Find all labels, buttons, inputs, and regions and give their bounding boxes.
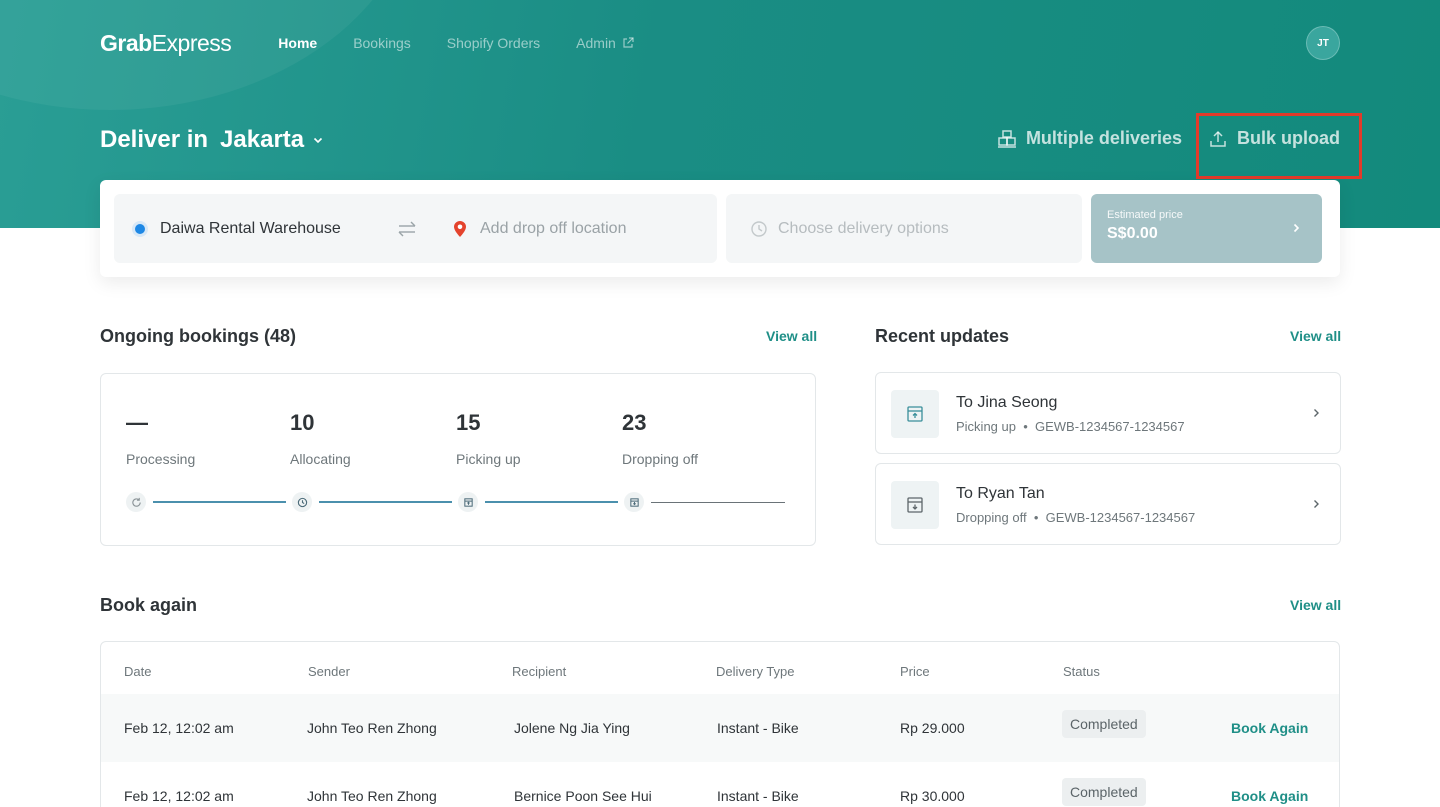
cell-price: Rp 30.000 bbox=[900, 788, 965, 804]
ongoing-bookings-card[interactable]: — Processing 10 Allocating 15 Picking up… bbox=[100, 373, 816, 546]
table-row: Feb 12, 12:02 am John Teo Ren Zhong Bern… bbox=[101, 762, 1339, 807]
estimated-price-button[interactable]: Estimated price S$0.00 bbox=[1091, 194, 1322, 263]
booking-bar: Daiwa Rental Warehouse Add drop off loca… bbox=[100, 180, 1340, 277]
updates-view-all-link[interactable]: View all bbox=[1290, 328, 1341, 344]
ongoing-view-all-link[interactable]: View all bbox=[766, 328, 817, 344]
nav-links: Home Bookings Shopify Orders Admin bbox=[278, 35, 670, 51]
column-header-delivery-type: Delivery Type bbox=[716, 664, 795, 679]
delivery-options-icon bbox=[751, 220, 767, 237]
cell-recipient: Jolene Ng Jia Ying bbox=[514, 720, 630, 736]
delivery-options-select[interactable]: Choose delivery options bbox=[726, 194, 1082, 263]
progress-line-pending bbox=[651, 502, 785, 503]
pickup-pin-icon bbox=[132, 220, 148, 237]
stat-processing[interactable]: — Processing bbox=[126, 410, 195, 467]
estimated-price-label: Estimated price bbox=[1107, 209, 1183, 221]
cell-sender: John Teo Ren Zhong bbox=[307, 720, 437, 736]
progress-line bbox=[153, 501, 286, 503]
upload-icon bbox=[1210, 130, 1226, 147]
cell-date: Feb 12, 12:02 am bbox=[124, 720, 234, 736]
table-row: Feb 12, 12:02 am John Teo Ren Zhong Jole… bbox=[101, 694, 1339, 762]
stat-picking-up[interactable]: 15 Picking up bbox=[456, 410, 521, 467]
avatar[interactable]: JT bbox=[1306, 26, 1340, 60]
update-recipient: To Ryan Tan bbox=[956, 485, 1045, 502]
stat-allocating[interactable]: 10 Allocating bbox=[290, 410, 351, 467]
cell-recipient: Bernice Poon See Hui bbox=[514, 788, 652, 804]
dropoff-input[interactable]: Add drop off location bbox=[480, 220, 626, 238]
update-item[interactable]: To Ryan Tan Dropping off • GEWB-1234567-… bbox=[875, 463, 1341, 545]
route-field: Daiwa Rental Warehouse Add drop off loca… bbox=[114, 194, 717, 263]
ongoing-bookings-title: Ongoing bookings (48) bbox=[100, 326, 296, 346]
swap-icon[interactable] bbox=[396, 218, 418, 240]
deliver-city-selector[interactable]: Deliver in Jakarta bbox=[100, 126, 324, 154]
nav-shopify-orders[interactable]: Shopify Orders bbox=[447, 35, 540, 51]
clock-icon bbox=[292, 492, 312, 512]
box-down-icon bbox=[891, 481, 939, 529]
column-header-status: Status bbox=[1063, 664, 1100, 679]
update-meta: Dropping off • GEWB-1234567-1234567 bbox=[956, 510, 1196, 525]
book-again-view-all-link[interactable]: View all bbox=[1290, 597, 1341, 613]
dropoff-pin-icon bbox=[454, 220, 466, 237]
progress-track bbox=[126, 492, 786, 512]
status-badge: Completed bbox=[1062, 778, 1146, 806]
update-item[interactable]: To Jina Seong Picking up • GEWB-1234567-… bbox=[875, 372, 1341, 454]
box-up-icon bbox=[891, 390, 939, 438]
logo[interactable]: GrabExpress bbox=[100, 30, 232, 57]
column-header-date: Date bbox=[124, 664, 152, 679]
book-again-title: Book again bbox=[100, 595, 198, 615]
book-again-button[interactable]: Book Again bbox=[1231, 720, 1308, 736]
nav-bookings[interactable]: Bookings bbox=[353, 35, 411, 51]
column-header-sender: Sender bbox=[308, 664, 350, 679]
progress-line bbox=[319, 501, 452, 503]
status-badge: Completed bbox=[1062, 710, 1146, 738]
update-meta: Picking up • GEWB-1234567-1234567 bbox=[956, 419, 1185, 434]
box-down-icon bbox=[624, 492, 644, 512]
chevron-right-icon bbox=[1293, 223, 1300, 233]
multiple-deliveries-button[interactable]: Multiple deliveries bbox=[997, 128, 1182, 149]
chevron-right-icon bbox=[1314, 409, 1319, 417]
cell-delivery-type: Instant - Bike bbox=[717, 720, 799, 736]
book-again-table: Date Sender Recipient Delivery Type Pric… bbox=[100, 641, 1340, 807]
chevron-down-icon bbox=[314, 137, 323, 144]
boxes-icon bbox=[997, 129, 1016, 148]
estimated-price-value: S$0.00 bbox=[1107, 225, 1158, 242]
cell-price: Rp 29.000 bbox=[900, 720, 965, 736]
bulk-upload-button[interactable]: Bulk upload bbox=[1208, 128, 1340, 149]
cell-date: Feb 12, 12:02 am bbox=[124, 788, 234, 804]
chevron-right-icon bbox=[1314, 500, 1319, 508]
recent-updates-title: Recent updates bbox=[875, 326, 1010, 346]
pickup-location[interactable]: Daiwa Rental Warehouse bbox=[160, 220, 396, 238]
stat-dropping-off[interactable]: 23 Dropping off bbox=[622, 410, 698, 467]
box-up-icon bbox=[458, 492, 478, 512]
deliver-prefix: Deliver in bbox=[100, 126, 209, 153]
top-nav: GrabExpress Home Bookings Shopify Orders… bbox=[100, 26, 1340, 60]
update-recipient: To Jina Seong bbox=[956, 394, 1058, 411]
cell-delivery-type: Instant - Bike bbox=[717, 788, 799, 804]
nav-home[interactable]: Home bbox=[278, 35, 317, 51]
nav-admin[interactable]: Admin bbox=[576, 35, 634, 51]
external-link-icon bbox=[623, 37, 634, 48]
progress-line bbox=[485, 501, 618, 503]
deliver-city: Jakarta bbox=[220, 126, 305, 153]
column-header-price: Price bbox=[900, 664, 930, 679]
column-header-recipient: Recipient bbox=[512, 664, 567, 679]
cell-sender: John Teo Ren Zhong bbox=[307, 788, 437, 804]
book-again-button[interactable]: Book Again bbox=[1231, 788, 1308, 804]
refresh-icon bbox=[126, 492, 146, 512]
header-actions: Multiple deliveries Bulk upload bbox=[997, 128, 1340, 149]
